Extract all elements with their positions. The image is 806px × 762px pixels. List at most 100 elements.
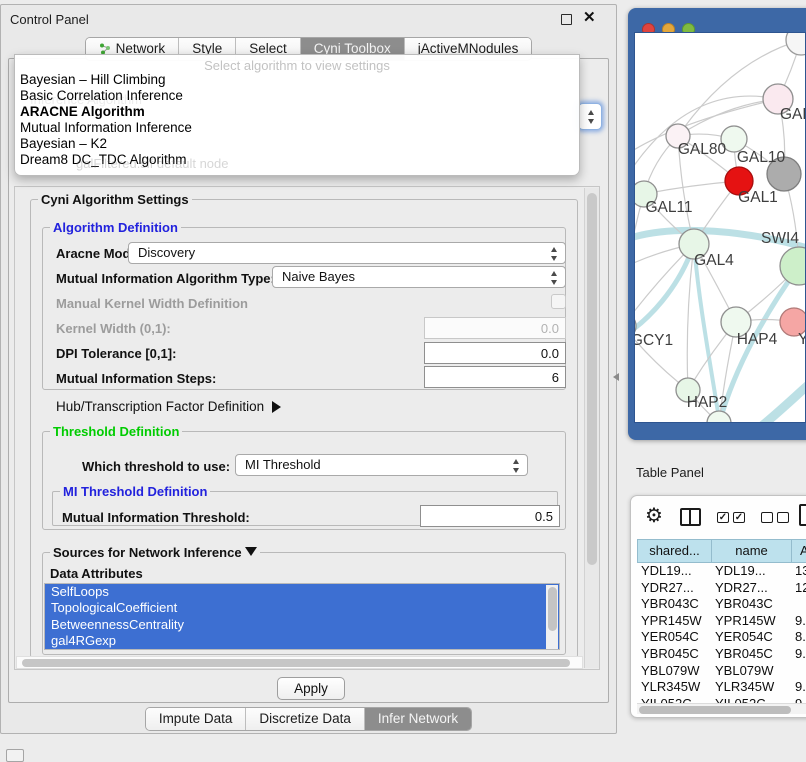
- table-panel-title: Table Panel: [636, 465, 704, 480]
- table-cell: YBR045C: [637, 646, 711, 663]
- manual-kernel-width-label: Manual Kernel Width Definition: [56, 296, 248, 311]
- dpi-tolerance-label: DPI Tolerance [0,1]:: [56, 346, 176, 361]
- bottom-tab-infer-network[interactable]: Infer Network: [364, 708, 471, 730]
- dropdown-placeholder: Select algorithm to view settings: [15, 55, 579, 72]
- table-row[interactable]: YPR145WYPR145W9.: [637, 613, 806, 630]
- mi-steps-input[interactable]: [424, 366, 566, 388]
- bottom-tab-bar: Impute Data Discretize DataInfer Network: [0, 707, 617, 731]
- table-cell: YLR345W: [637, 679, 711, 696]
- stepper-icon: [550, 271, 557, 285]
- table-row[interactable]: YLR345WYLR345W9.: [637, 679, 806, 696]
- checked-checkbox-icon[interactable]: ✓: [733, 512, 745, 523]
- node-label-gal80: GAL80: [678, 141, 727, 158]
- unchecked-checkbox-icon[interactable]: [761, 512, 773, 523]
- mi-algorithm-type-label: Mutual Information Algorithm Type:: [56, 271, 275, 286]
- table-row[interactable]: YDR27...YDR27...12: [637, 580, 806, 597]
- network-view-window[interactable]: GALGAL80GAL10GAL1GAL11GAL4SWI4GCY1HAP4YH…: [628, 8, 806, 440]
- network-node-swi4[interactable]: [780, 247, 806, 285]
- manual-kernel-width-checkbox[interactable]: [551, 294, 566, 309]
- node-label-gal4: GAL4: [694, 252, 734, 269]
- node-label-gcy1: GCY1: [635, 332, 673, 349]
- table-rows[interactable]: YDL19...YDL19...13YDR27...YDR27...12YBR0…: [637, 563, 806, 703]
- table-row[interactable]: YBR045CYBR045C9.: [637, 646, 806, 663]
- table-cell: YDL19...: [637, 563, 711, 580]
- node-label-gal11: GAL11: [645, 199, 692, 216]
- tab-label: Impute Data: [159, 711, 233, 726]
- kernel-width-input[interactable]: [424, 317, 566, 339]
- obscured-inference-algorithm-label: Inference Algorithm: [30, 92, 142, 107]
- bottom-tab-impute-data[interactable]: Impute Data: [146, 708, 246, 730]
- inference-algorithm-combobox-edge[interactable]: [578, 103, 602, 130]
- sources-legend[interactable]: Sources for Network Inference: [50, 545, 260, 560]
- table-cell: YER054C: [637, 629, 711, 646]
- kernel-width-label: Kernel Width (0,1):: [56, 321, 171, 336]
- close-window-button[interactable]: ✕: [583, 8, 596, 26]
- which-threshold-label: Which threshold to use:: [82, 459, 230, 474]
- checked-checkbox-icon[interactable]: ✓: [717, 512, 729, 523]
- network-graph: GALGAL80GAL10GAL1GAL11GAL4SWI4GCY1HAP4YH…: [635, 33, 806, 423]
- network-edge-highlighted[interactable]: [635, 244, 694, 335]
- table-cell: YBR045C: [711, 646, 791, 663]
- node-label-gal: GAL: [780, 106, 806, 123]
- dropdown-item-mutual-information-inference[interactable]: Mutual Information Inference: [15, 120, 579, 136]
- algorithm-definition-legend: Algorithm Definition: [50, 220, 181, 235]
- data-attributes-list[interactable]: SelfLoopsTopologicalCoefficientBetweenne…: [44, 583, 560, 650]
- hub-transcription-factor-toggle[interactable]: Hub/Transcription Factor Definition: [56, 399, 281, 414]
- stepper-icon: [587, 110, 594, 124]
- network-node[interactable]: [707, 411, 731, 423]
- mi-algorithm-type-combobox[interactable]: Naive Bayes: [272, 266, 566, 288]
- table-row[interactable]: YIL052CYIL052C9: [637, 696, 806, 703]
- dpi-tolerance-input[interactable]: [424, 342, 566, 364]
- table-row[interactable]: YER054CYER054C8.: [637, 629, 806, 646]
- table-cell: [791, 663, 806, 680]
- table-cell: 9.: [791, 679, 806, 696]
- collapsed-arrow-icon: [272, 401, 281, 413]
- settings-horizontal-scrollbar[interactable]: [16, 656, 583, 669]
- network-canvas[interactable]: GALGAL80GAL10GAL1GAL11GAL4SWI4GCY1HAP4YH…: [634, 32, 806, 423]
- attribute-item-betweennesscentrality[interactable]: BetweennessCentrality: [45, 617, 559, 633]
- apply-button[interactable]: Apply: [277, 677, 345, 700]
- network-edge-highlighted[interactable]: [763, 381, 806, 423]
- stepper-icon: [550, 247, 557, 261]
- column-header-clipped[interactable]: A: [791, 539, 806, 563]
- network-node[interactable]: [786, 33, 806, 55]
- attribute-list-scrollbar[interactable]: [546, 585, 558, 649]
- table-row[interactable]: YDL19...YDL19...13: [637, 563, 806, 580]
- gear-icon[interactable]: ⚙: [645, 503, 663, 528]
- dropdown-item-bayesian-hill-climbing[interactable]: Bayesian – Hill Climbing: [15, 72, 579, 88]
- table-cell: YBR043C: [711, 596, 791, 613]
- split-columns-icon[interactable]: [680, 508, 701, 526]
- page-icon[interactable]: [799, 504, 806, 526]
- cyni-settings-legend: Cyni Algorithm Settings: [38, 192, 192, 207]
- splitter-collapse-handle[interactable]: [613, 373, 619, 381]
- mi-threshold-input[interactable]: [420, 505, 560, 527]
- table-row[interactable]: YBL079WYBL079W: [637, 663, 806, 680]
- table-cell: YLR345W: [711, 679, 791, 696]
- table-cell: YDR27...: [711, 580, 791, 597]
- node-label-swi4: SWI4: [761, 230, 799, 247]
- threshold-definition-legend: Threshold Definition: [50, 424, 182, 439]
- data-attributes-label: Data Attributes: [50, 566, 143, 581]
- float-window-button[interactable]: [561, 14, 572, 25]
- table-cell: 13: [791, 563, 806, 580]
- table-row[interactable]: YBR043CYBR043C: [637, 596, 806, 613]
- collapsed-panel-chip[interactable]: [6, 749, 24, 762]
- node-label-gal10: GAL10: [737, 149, 786, 166]
- table-horizontal-scrollbar[interactable]: [637, 703, 806, 714]
- obscured-network-combobox-text: galFiltered.sif default node: [76, 156, 228, 171]
- bottom-tab-discretize-data[interactable]: Discretize Data: [245, 708, 364, 730]
- attribute-item-selfloops[interactable]: SelfLoops: [45, 584, 559, 600]
- unchecked-checkbox-icon[interactable]: [777, 512, 789, 523]
- dropdown-item-bayesian-k2[interactable]: Bayesian – K2: [15, 136, 579, 152]
- which-threshold-combobox[interactable]: MI Threshold: [235, 454, 528, 476]
- attribute-item-gal4rgexp[interactable]: gal4RGexp: [45, 633, 559, 649]
- aracne-mode-combobox[interactable]: Discovery: [128, 242, 566, 264]
- table-cell: YIL052C: [637, 696, 711, 703]
- column-header-shared-name[interactable]: shared...: [637, 539, 712, 563]
- table-cell: [791, 596, 806, 613]
- settings-vertical-scrollbar[interactable]: [584, 188, 599, 668]
- table-cell: 8.: [791, 629, 806, 646]
- attribute-item-topologicalcoefficient[interactable]: TopologicalCoefficient: [45, 600, 559, 616]
- network-edge[interactable]: [687, 244, 694, 390]
- column-header-name[interactable]: name: [711, 539, 792, 563]
